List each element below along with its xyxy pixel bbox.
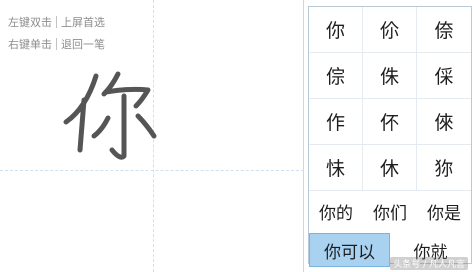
candidate-char[interactable]: 你 xyxy=(309,7,363,53)
handwritten-strokes xyxy=(63,71,157,160)
stroke xyxy=(103,86,151,109)
candidate-char[interactable]: 狝 xyxy=(417,145,471,191)
candidate-char[interactable]: 作 xyxy=(309,99,363,145)
candidate-char[interactable]: 侏 xyxy=(363,53,417,99)
candidate-panel: 你 伱 倷 倧 侏 倸 作 伓 倈 怽 休 狝 你的 你们 你是 你可以 你就 xyxy=(308,6,472,267)
candidate-char[interactable]: 休 xyxy=(363,145,417,191)
candidate-phrase[interactable]: 你的 xyxy=(309,191,363,231)
candidate-phrase-selected[interactable]: 你可以 xyxy=(309,233,390,267)
candidate-char-grid: 你 伱 倷 倧 侏 倸 作 伓 倈 怽 休 狝 xyxy=(309,7,471,207)
candidate-char[interactable]: 怽 xyxy=(309,145,363,191)
watermark: 头条号 / 凡人凡言 xyxy=(390,257,468,270)
candidate-phrase[interactable]: 你们 xyxy=(363,191,417,231)
stroke xyxy=(135,113,157,139)
candidate-phrase-row: 你的 你们 你是 xyxy=(309,191,471,231)
handwriting-pad[interactable]: 左键双击 上屏首选 右键单击 退回一笔 xyxy=(0,0,304,272)
candidate-phrase[interactable]: 你是 xyxy=(417,191,471,231)
candidate-char[interactable]: 倷 xyxy=(417,7,471,53)
stroke xyxy=(91,115,111,139)
stroke xyxy=(109,93,127,160)
candidate-char[interactable]: 倈 xyxy=(417,99,471,145)
candidate-char[interactable]: 伓 xyxy=(363,99,417,145)
candidate-char[interactable]: 倧 xyxy=(309,53,363,99)
candidate-char[interactable]: 倸 xyxy=(417,53,471,99)
candidate-char[interactable]: 伱 xyxy=(363,7,417,53)
